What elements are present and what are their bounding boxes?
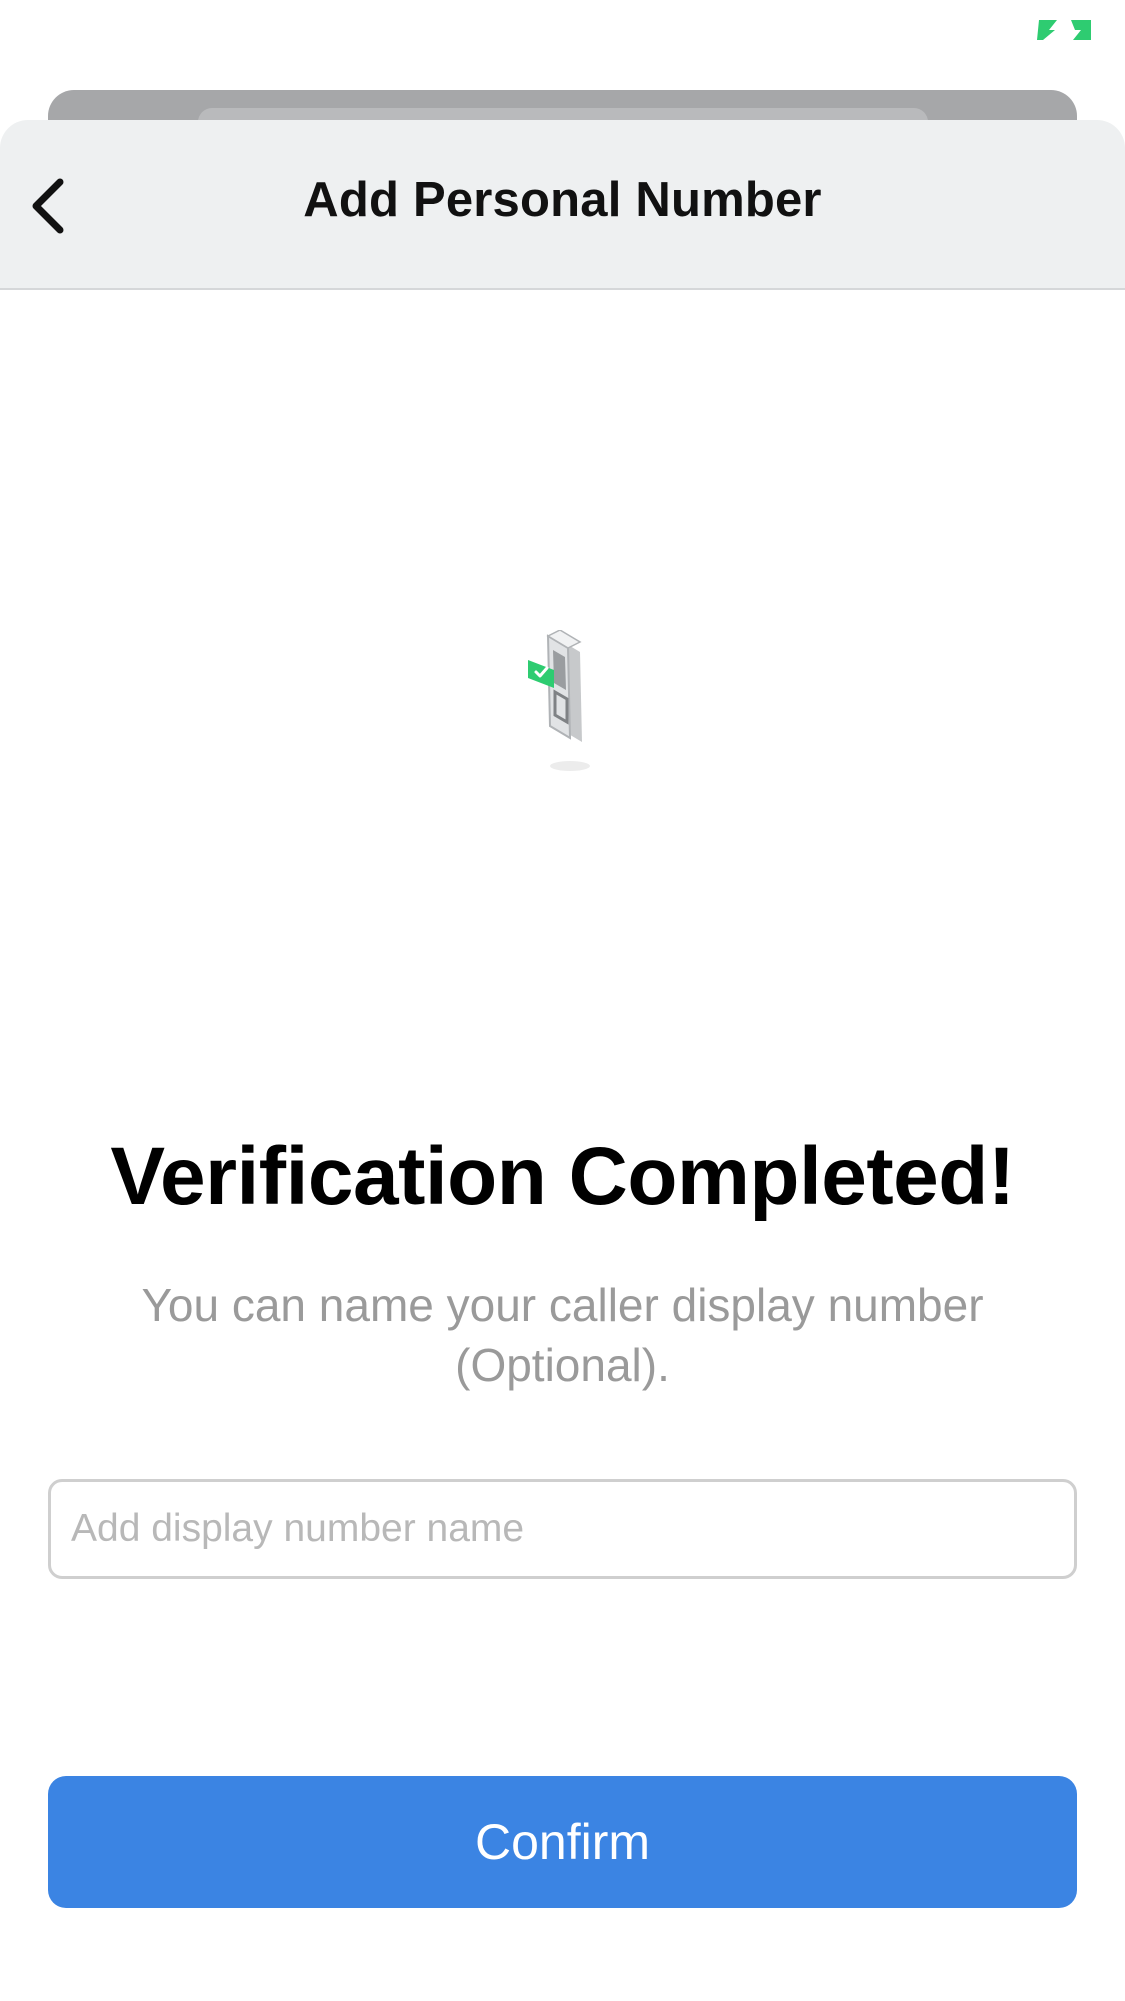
back-button[interactable] — [14, 168, 90, 244]
chevron-left-icon — [32, 178, 64, 234]
screen: Add Personal Number Verification Complet… — [0, 0, 1125, 2001]
subtext-description: You can name your caller display number … — [141, 1279, 984, 1391]
navigation-bar: Add Personal Number — [0, 120, 1125, 290]
display-name-input[interactable] — [48, 1479, 1077, 1579]
page-title: Add Personal Number — [303, 173, 822, 227]
status-bar — [0, 0, 1125, 80]
verification-headline: Verification Completed! — [110, 1131, 1015, 1222]
confirm-button[interactable]: Confirm — [48, 1776, 1077, 1908]
modal-sheet: Add Personal Number Verification Complet… — [0, 120, 1125, 2001]
phone-verified-illustration — [528, 630, 590, 771]
battery-charging-icon — [1037, 20, 1091, 40]
